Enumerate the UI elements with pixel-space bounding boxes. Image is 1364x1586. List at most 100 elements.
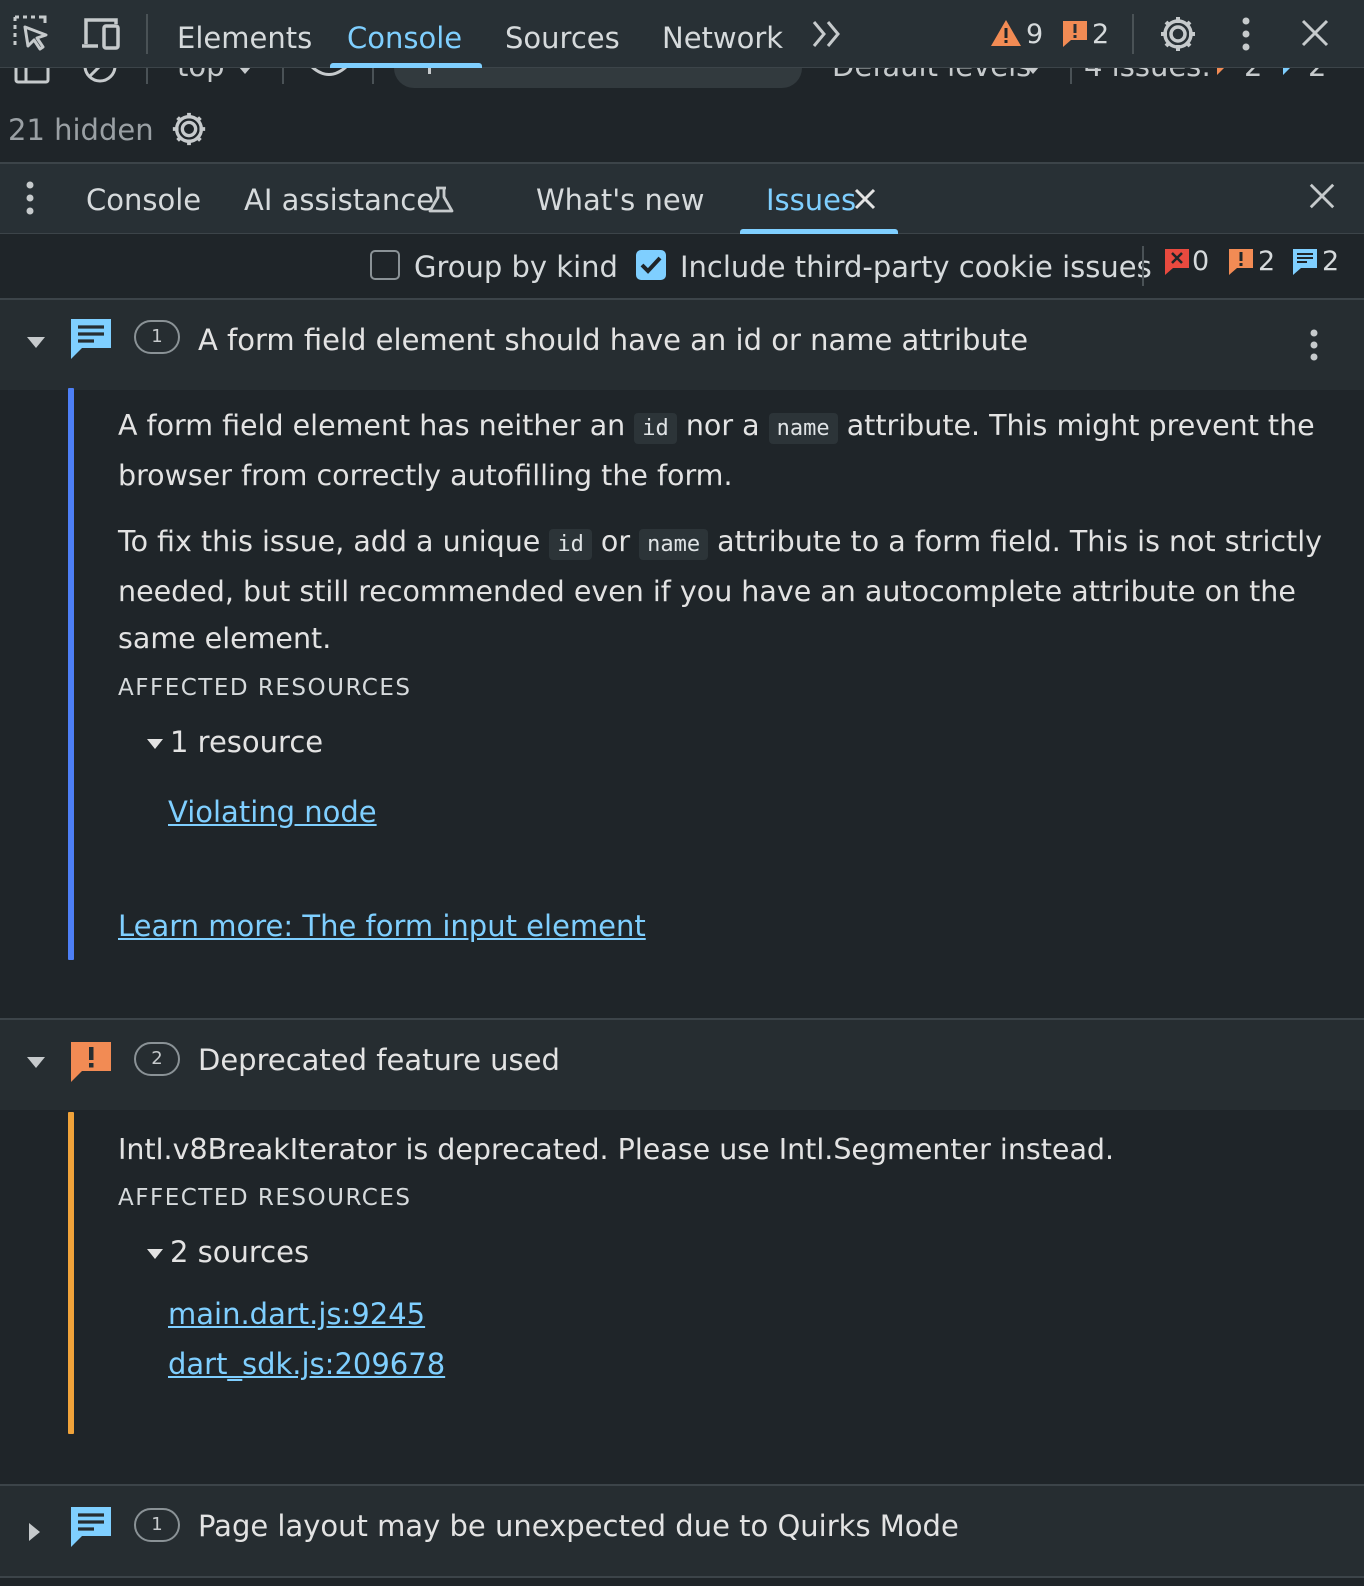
issue-error-icon: [1164, 248, 1190, 276]
issue-info-icon: [70, 1506, 112, 1548]
tab-console[interactable]: Console: [347, 18, 462, 58]
sidebar-toggle-icon[interactable]: [14, 68, 50, 84]
toolbar-divider: [1132, 14, 1134, 54]
settings-gear-icon[interactable]: [1158, 14, 1198, 54]
context-selector[interactable]: top: [177, 68, 225, 86]
drawer-tab-ai-assistance[interactable]: AI assistance: [244, 180, 434, 220]
issue-count[interactable]: 2: [1092, 15, 1109, 55]
issues-error-count: 0: [1192, 246, 1210, 277]
issue-info-icon: [1292, 248, 1318, 276]
toolbar-divider: [372, 68, 374, 84]
code-snippet: name: [639, 529, 709, 560]
filter-input[interactable]: [394, 68, 802, 88]
issue-count-badge: 1: [134, 320, 180, 354]
issue-info-icon: [70, 318, 112, 360]
issue-title[interactable]: Deprecated feature used: [198, 1040, 560, 1080]
description-text: or: [591, 525, 640, 558]
close-devtools-icon[interactable]: [1300, 18, 1330, 48]
issue-info-icon: [1282, 68, 1306, 76]
issue-description: Intl.v8BreakIterator is deprecated. Plea…: [118, 1133, 1115, 1166]
chevron-down-icon: [238, 68, 252, 76]
issue-header[interactable]: 1 Page layout may be unexpected due to Q…: [0, 1486, 1364, 1576]
issue-description: A form field element has neither an id n…: [118, 402, 1338, 499]
device-toolbar-icon[interactable]: [80, 14, 122, 52]
warning-icon: [990, 19, 1022, 47]
issue-warning-icon: [1216, 68, 1240, 76]
group-by-kind-checkbox[interactable]: [370, 250, 400, 280]
resource-toggle[interactable]: 2 sources: [170, 1232, 309, 1272]
issue-warning-icon: [1062, 20, 1088, 48]
console-toolbar: top Default levels 4 issues: 2 2 21 hidd…: [0, 68, 1364, 164]
expand-arrow-icon[interactable]: [26, 1056, 46, 1070]
issues-warning-count: 2: [1244, 68, 1262, 86]
third-party-cookie-label[interactable]: Include third-party cookie issues: [680, 247, 1152, 287]
close-tab-icon[interactable]: [854, 188, 876, 210]
issue-count-badge: 1: [134, 1508, 180, 1542]
experiment-flask-icon: [428, 186, 454, 214]
chevron-down-icon: [1026, 68, 1040, 76]
violating-node-link[interactable]: Violating node: [168, 792, 377, 832]
issue-warning-icon: [1228, 248, 1254, 276]
issue-header[interactable]: 2 Deprecated feature used: [0, 1020, 1364, 1110]
group-by-kind-label[interactable]: Group by kind: [414, 247, 618, 287]
source-link[interactable]: main.dart.js:9245: [168, 1294, 425, 1334]
expand-arrow-icon[interactable]: [146, 1248, 164, 1260]
clear-console-icon[interactable]: [82, 68, 118, 84]
inspect-element-icon[interactable]: [12, 14, 50, 52]
third-party-cookie-checkbox[interactable]: [636, 250, 666, 280]
toolbar-divider: [282, 68, 284, 84]
hidden-messages-count: 21 hidden: [8, 113, 154, 147]
text-cursor: [428, 68, 431, 74]
collapsed-arrow-icon[interactable]: [28, 1522, 42, 1542]
warning-count[interactable]: 9: [1026, 15, 1043, 55]
expand-arrow-icon[interactable]: [26, 336, 46, 350]
more-tabs-icon[interactable]: [810, 18, 844, 50]
issue-divider: [0, 1576, 1364, 1578]
resource-toggle[interactable]: 1 resource: [170, 722, 323, 762]
toolbar-divider: [1142, 246, 1144, 286]
issue-kind-bar: [68, 388, 74, 960]
console-settings-gear-icon[interactable]: [170, 110, 208, 148]
drawer-tab-whats-new[interactable]: What's new: [536, 180, 704, 220]
drawer-tabbar: Console AI assistance What's new Issues: [0, 164, 1364, 234]
issues-info-count: 2: [1322, 246, 1340, 277]
affected-resources-heading: AFFECTED RESOURCES: [118, 675, 412, 701]
toolbar-divider: [1070, 68, 1072, 84]
description-text: To fix this issue, add a unique: [118, 525, 550, 558]
toolbar-divider: [146, 14, 148, 54]
toolbar-divider: [146, 68, 148, 84]
issue-header[interactable]: 1 A form field element should have an id…: [0, 300, 1364, 390]
expand-arrow-icon[interactable]: [146, 738, 164, 750]
issues-info-count: 2: [1308, 68, 1326, 86]
source-link[interactable]: dart_sdk.js:209678: [168, 1344, 445, 1384]
drawer-tab-console[interactable]: Console: [86, 180, 201, 220]
code-snippet: name: [768, 413, 838, 444]
issue-kind-bar: [68, 1112, 74, 1434]
tab-sources[interactable]: Sources: [505, 18, 620, 58]
issue-fix-description: To fix this issue, add a unique id or na…: [118, 518, 1338, 662]
affected-resources-heading: AFFECTED RESOURCES: [118, 1185, 412, 1211]
learn-more-link[interactable]: Learn more: The form input element: [118, 906, 646, 946]
tab-network[interactable]: Network: [662, 18, 783, 58]
issue-menu-icon[interactable]: [1306, 328, 1322, 362]
issues-toolbar: Group by kind Include third-party cookie…: [0, 234, 1364, 300]
more-options-icon[interactable]: [1238, 16, 1254, 52]
checkmark-icon: [640, 256, 662, 274]
issues-warning-count: 2: [1258, 246, 1276, 277]
issue-title[interactable]: A form field element should have an id o…: [198, 320, 1028, 360]
issue-warning-icon: [70, 1041, 112, 1083]
close-drawer-icon[interactable]: [1308, 182, 1336, 210]
code-snippet: id: [634, 413, 677, 444]
description-text: A form field element has neither an: [118, 409, 635, 442]
issues-summary[interactable]: 4 issues:: [1084, 68, 1211, 86]
description-text: nor a: [676, 409, 769, 442]
log-levels-dropdown[interactable]: Default levels: [832, 68, 1031, 86]
drawer-menu-icon[interactable]: [22, 180, 38, 216]
devtools-main-toolbar: Elements Console Sources Network 9 2: [0, 0, 1364, 68]
code-snippet: id: [549, 529, 592, 560]
tab-elements[interactable]: Elements: [177, 18, 312, 58]
drawer-tab-issues[interactable]: Issues: [766, 180, 856, 220]
live-expression-eye-icon[interactable]: [306, 68, 352, 78]
issue-title[interactable]: Page layout may be unexpected due to Qui…: [198, 1506, 959, 1546]
issue-count-badge: 2: [134, 1042, 180, 1076]
